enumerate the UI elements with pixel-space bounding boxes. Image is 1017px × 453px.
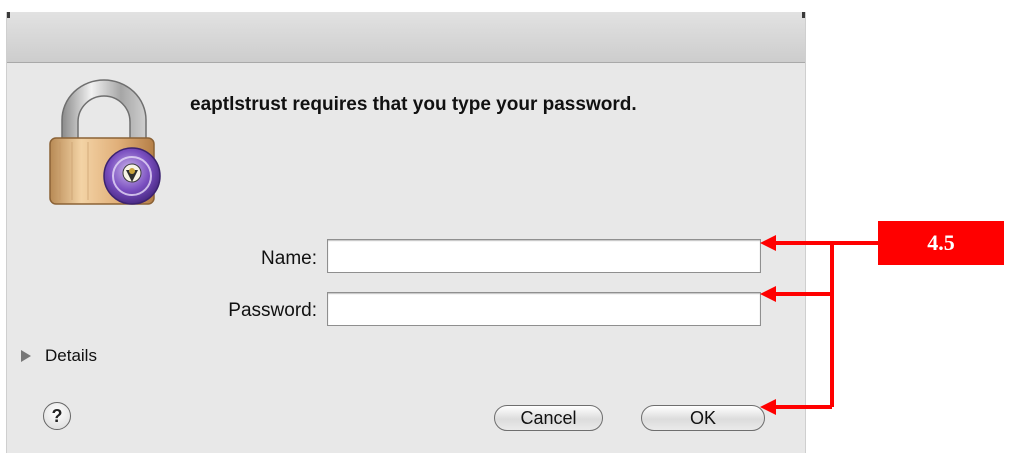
arrowhead-name-field xyxy=(760,235,776,251)
annotation-label: 4.5 xyxy=(878,221,1004,265)
annotation-arrows xyxy=(760,235,878,415)
arrowhead-password-field xyxy=(760,286,776,302)
arrowhead-ok-button xyxy=(760,399,776,415)
